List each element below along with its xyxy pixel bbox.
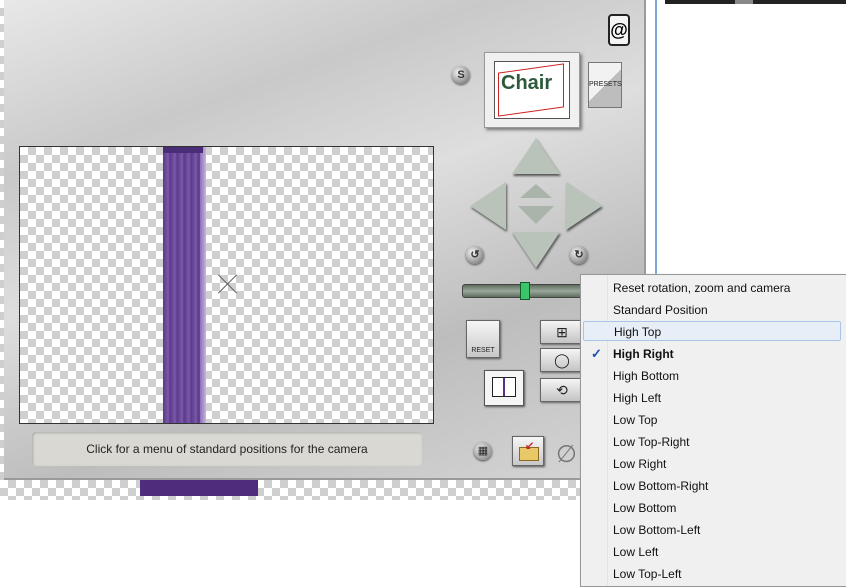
hint-text: Click for a menu of standard positions f…	[86, 442, 368, 456]
move-up-arrow-icon[interactable]	[512, 138, 560, 174]
orbit-button[interactable]: ◯	[540, 348, 584, 372]
move-right-arrow-icon[interactable]	[566, 182, 602, 230]
menu-item-standard-position[interactable]: Standard Position	[583, 300, 841, 320]
menu-item-high-left[interactable]: High Left	[583, 388, 841, 408]
object-thumbnail[interactable]: Chair	[484, 52, 580, 128]
menu-item-label: Reset rotation, zoom and camera	[613, 281, 791, 295]
move-back-arrow-icon[interactable]	[518, 206, 554, 224]
preview-object-cap	[163, 147, 203, 153]
menu-item-label: High Top	[614, 325, 662, 339]
menu-item-high-right[interactable]: ✓ High Right	[583, 344, 841, 364]
menu-item-low-bottom[interactable]: Low Bottom	[583, 498, 841, 518]
rotate-axis-button[interactable]: ⟲	[540, 378, 584, 402]
menu-item-low-top-left[interactable]: Low Top-Left	[583, 564, 841, 584]
menu-item-label: High Bottom	[613, 369, 680, 383]
thumbnail-image: Chair	[494, 61, 570, 119]
menu-item-reset[interactable]: Reset rotation, zoom and camera	[583, 278, 841, 298]
menu-item-low-left[interactable]: Low Left	[583, 542, 841, 562]
checkmark-icon: ✓	[591, 346, 602, 361]
rotate-left-button[interactable]: ↺	[466, 246, 484, 264]
move-down-arrow-icon[interactable]	[512, 232, 560, 268]
crosshair-icon	[218, 274, 238, 294]
host-toolbar-fragment	[735, 0, 753, 4]
menu-item-label: High Left	[613, 391, 662, 405]
logo-icon[interactable]: @	[608, 14, 630, 46]
rotate-right-button[interactable]: ↻	[570, 246, 588, 264]
menu-item-low-right[interactable]: Low Right	[583, 454, 841, 474]
menu-item-label: Low Bottom-Right	[613, 479, 709, 493]
split-view-icon	[492, 377, 516, 397]
menu-item-low-bottom-left[interactable]: Low Bottom-Left	[583, 520, 841, 540]
move-left-arrow-icon[interactable]	[470, 182, 506, 230]
move-forward-arrow-icon[interactable]	[520, 184, 552, 198]
menu-item-label: Low Left	[613, 545, 659, 559]
preview-object	[163, 147, 203, 423]
menu-item-label: Low Top-Right	[613, 435, 690, 449]
menu-item-low-top-right[interactable]: Low Top-Right	[583, 432, 841, 452]
split-view-divider	[503, 378, 505, 396]
camera-panel: @ S Chair PRESETS Click for a menu of st…	[4, 0, 646, 480]
null-icon[interactable]: ∅	[556, 440, 577, 469]
presets-button[interactable]: PRESETS	[588, 62, 622, 108]
camera-preview[interactable]	[19, 146, 434, 424]
split-view-button[interactable]	[484, 370, 524, 406]
menu-item-low-top[interactable]: Low Top	[583, 410, 841, 430]
camera-position-menu: Reset rotation, zoom and camera Standard…	[580, 274, 846, 587]
menu-item-high-bottom[interactable]: High Bottom	[583, 366, 841, 386]
host-object-fragment	[140, 478, 258, 496]
menu-item-label: Low Bottom	[613, 501, 677, 515]
menu-item-high-top[interactable]: High Top	[583, 321, 841, 341]
menu-item-label: Low Right	[613, 457, 667, 471]
host-toolbar-fragment	[665, 0, 846, 4]
s-button[interactable]: S	[452, 66, 470, 84]
menu-item-label: High Right	[613, 347, 674, 361]
zoom-slider-thumb[interactable]	[520, 282, 530, 300]
hint-bar: Click for a menu of standard positions f…	[32, 432, 422, 466]
perspective-grid-button[interactable]: ⊞	[540, 320, 584, 344]
menu-item-low-bottom-right[interactable]: Low Bottom-Right	[583, 476, 841, 496]
grid-icon[interactable]: ▦	[474, 442, 492, 460]
menu-item-label: Low Top-Left	[613, 567, 682, 581]
open-folder-button[interactable]: ↙	[512, 436, 544, 466]
import-arrow-icon: ↙	[525, 440, 535, 452]
menu-item-label: Low Bottom-Left	[613, 523, 701, 537]
menu-item-label: Standard Position	[613, 303, 708, 317]
preview-object-highlight	[200, 147, 206, 423]
reset-button[interactable]: RESET	[466, 320, 500, 358]
thumbnail-label: Chair	[501, 72, 553, 94]
menu-item-label: Low Top	[613, 413, 658, 427]
